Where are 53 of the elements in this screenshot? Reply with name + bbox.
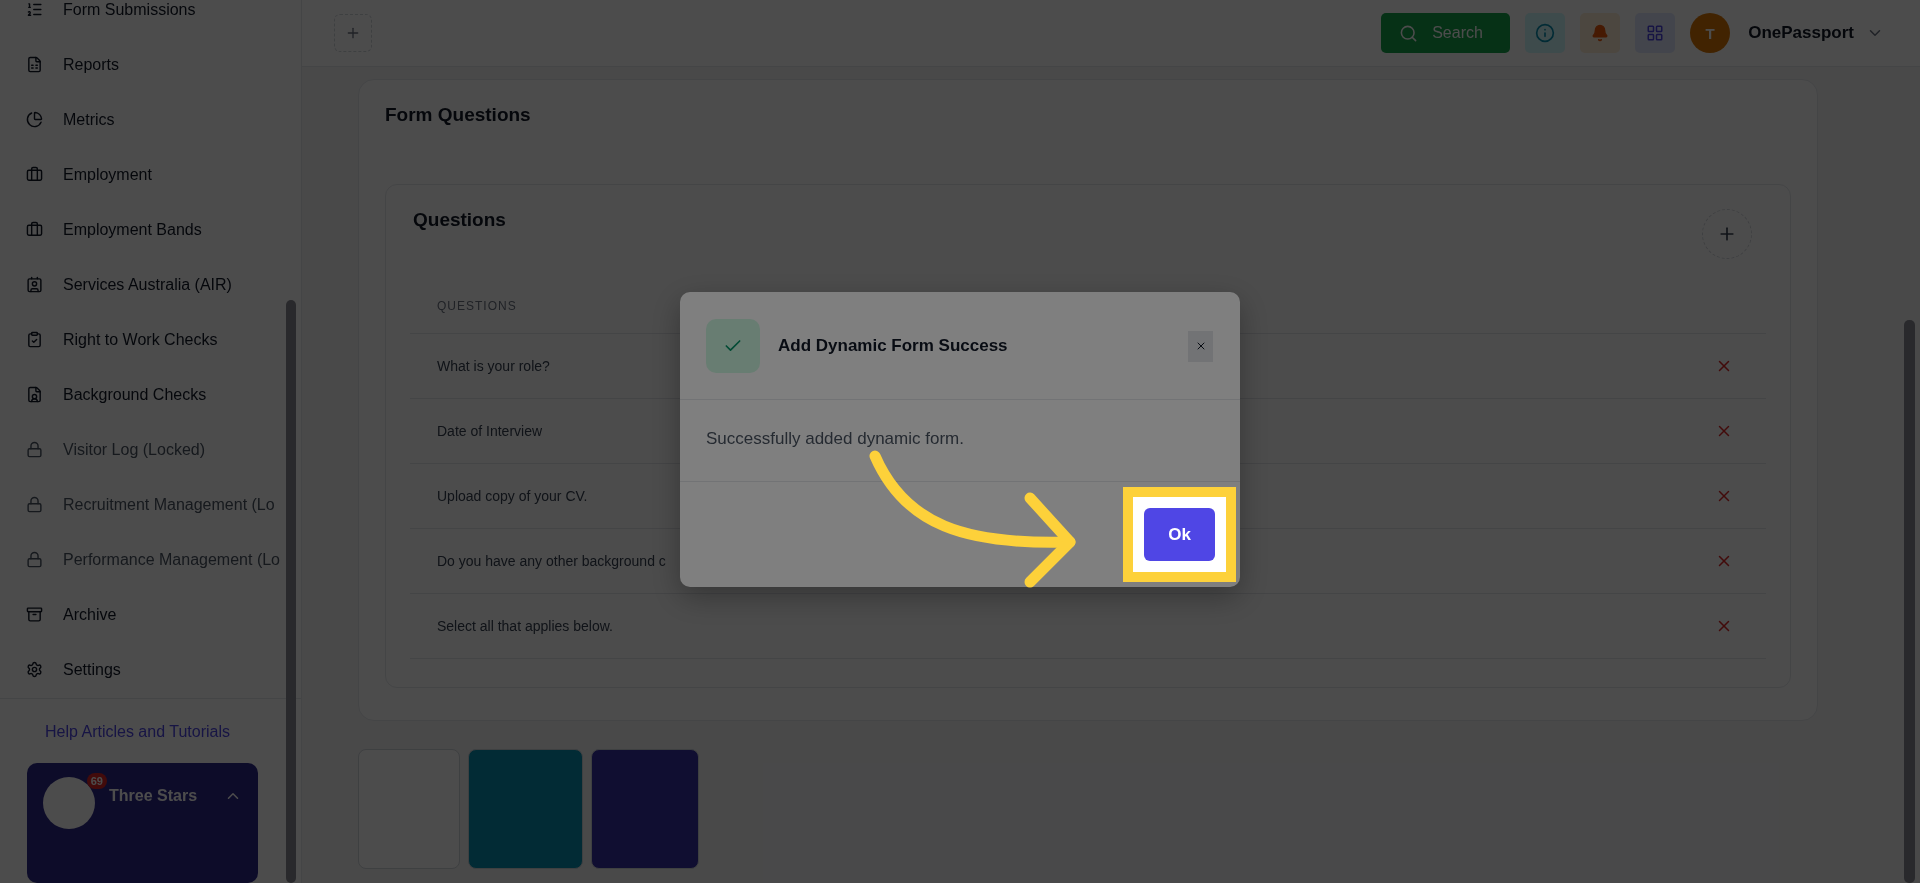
section-title: Questions (413, 209, 506, 231)
sidebar-item[interactable]: Background Checks (0, 367, 301, 422)
scrollbar-thumb[interactable] (286, 300, 296, 883)
grid-icon (1646, 24, 1665, 42)
question-text: Select all that applies below. (437, 618, 613, 634)
menu-item-icon (26, 606, 43, 623)
search-button[interactable]: Search (1381, 13, 1511, 53)
notifications-button[interactable] (1580, 13, 1621, 53)
sidebar-item[interactable]: Employment Bands (0, 202, 301, 257)
menu-item-icon (26, 166, 43, 183)
account-card[interactable]: 69 Three Stars (27, 763, 258, 883)
question-text: Upload copy of your CV. (437, 488, 588, 504)
footer-button[interactable] (591, 749, 699, 869)
search-icon (1399, 23, 1419, 43)
sidebar-item[interactable]: Settings (0, 642, 301, 697)
menu-item-icon (26, 111, 43, 128)
notification-count: 69 (86, 773, 107, 789)
close-button[interactable] (1188, 330, 1213, 362)
lock-icon (26, 496, 43, 513)
info-icon (1535, 23, 1556, 43)
sidebar-item[interactable]: Services Australia (AIR) (0, 257, 301, 312)
scrollbar-thumb[interactable] (1904, 320, 1915, 883)
sidebar-item[interactable]: Form Submissions (0, 0, 301, 37)
menu-item-icon (26, 661, 43, 678)
plus-icon (345, 25, 361, 41)
sidebar-item[interactable]: Metrics (0, 92, 301, 147)
footer-button[interactable] (468, 749, 583, 869)
apps-button[interactable] (1635, 13, 1676, 53)
sidebar-item[interactable]: Archive (0, 587, 301, 642)
question-text: What is your role? (437, 358, 550, 374)
account-menu[interactable]: OnePassport (1742, 22, 1890, 44)
account-name: Three Stars (109, 787, 198, 805)
sidebar-item[interactable]: Right to Work Checks (0, 312, 301, 367)
lock-icon (26, 551, 43, 568)
menu-item-icon (26, 276, 43, 293)
menu-item-icon (26, 56, 43, 73)
ok-button[interactable]: Ok (1144, 508, 1215, 561)
add-button[interactable] (334, 14, 372, 52)
user-avatar[interactable]: T (1690, 13, 1731, 53)
question-text: Date of Interview (437, 423, 543, 439)
menu-item-icon (26, 221, 43, 238)
bell-icon (1591, 24, 1610, 42)
info-button[interactable] (1525, 13, 1566, 53)
sidebar-item[interactable]: Employment (0, 147, 301, 202)
menu-item-icon (26, 386, 43, 403)
lock-icon (26, 441, 43, 458)
dialog-message: Successfully added dynamic form. (680, 400, 1240, 482)
dialog-title: Add Dynamic Form Success (778, 336, 1009, 356)
question-text: Do you have any other background c (437, 553, 666, 569)
menu-item-icon (26, 331, 43, 348)
sidebar-item[interactable]: Reports (0, 37, 301, 92)
menu-item-icon (26, 1, 43, 18)
card-title: Form Questions (385, 104, 532, 126)
